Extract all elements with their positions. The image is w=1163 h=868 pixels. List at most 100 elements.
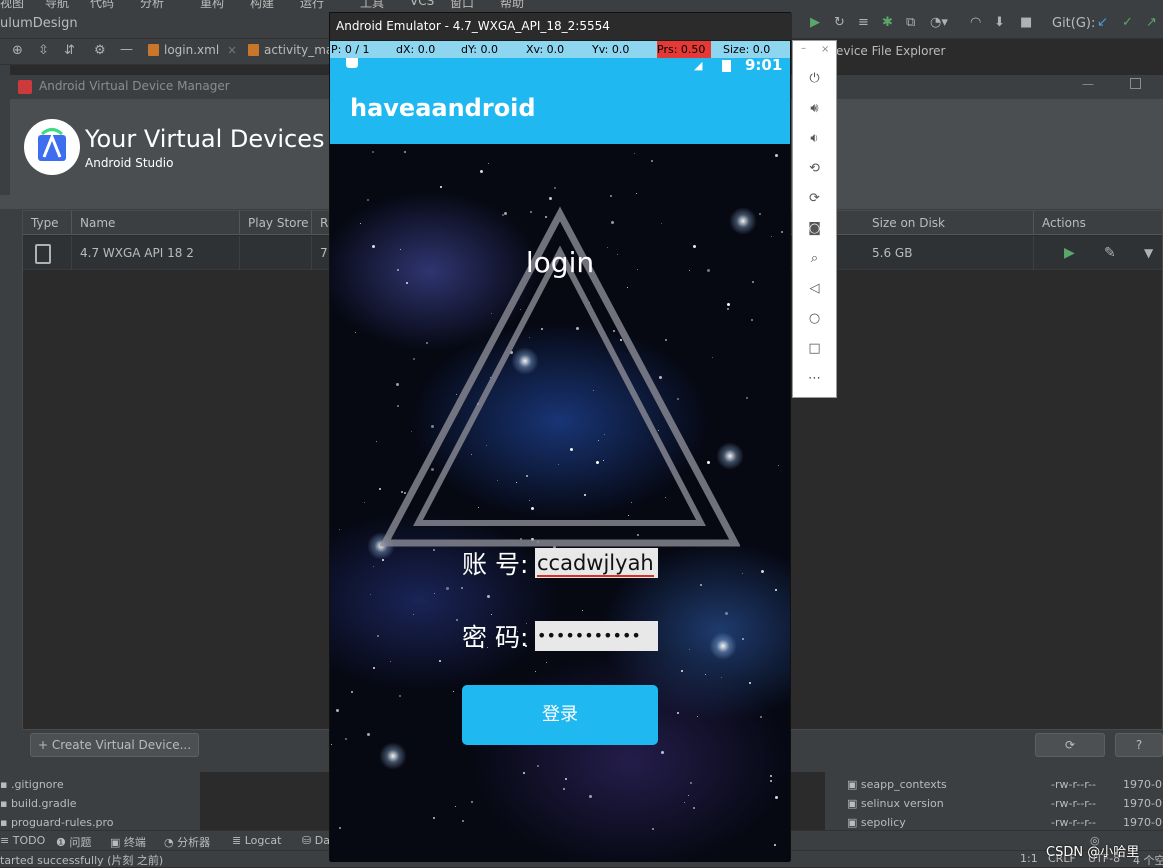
tab-login-xml[interactable]: login.xml × <box>148 43 237 61</box>
launch-play-icon[interactable]: ▶ <box>1064 236 1075 270</box>
sync-icon[interactable]: ◠ <box>970 15 981 30</box>
tree-item[interactable]: ▪ .gitignore <box>0 778 64 791</box>
close-icon[interactable]: × <box>821 44 829 55</box>
star <box>462 820 464 822</box>
star <box>471 801 473 803</box>
menu-item[interactable]: 工具 <box>360 0 384 9</box>
minimize-icon[interactable]: — <box>120 42 133 57</box>
camera-icon[interactable]: ◙ <box>793 221 836 236</box>
tree-item[interactable]: ▪ build.gradle <box>0 797 77 810</box>
close-icon[interactable]: × <box>227 43 237 57</box>
file-icon: ▪ <box>0 816 11 829</box>
run-icon[interactable]: ▶ <box>810 15 820 30</box>
create-virtual-device-button[interactable]: + Create Virtual Device... <box>30 733 199 757</box>
zoom-icon[interactable]: ⌕ <box>793 251 836 266</box>
column-type[interactable]: Type <box>23 211 72 235</box>
menu-item[interactable]: 窗口 <box>450 0 474 9</box>
menu-item[interactable]: 代码 <box>90 0 114 9</box>
rerun-icon[interactable]: ↻ <box>834 15 845 30</box>
star <box>661 751 664 754</box>
apply-changes-icon[interactable]: ≡ <box>858 15 869 30</box>
tool-window-terminal[interactable]: ▣ 终端 <box>110 834 146 850</box>
menu-item[interactable]: 分析 <box>140 0 164 9</box>
refresh-button[interactable]: ⟳ <box>1035 733 1105 757</box>
tool-window-logcat[interactable]: ≣ Logcat <box>232 834 281 847</box>
back-icon[interactable]: ◁ <box>793 281 836 296</box>
account-label: 账 号: <box>462 550 529 579</box>
menu-item[interactable]: 运行 <box>300 0 324 9</box>
expand-all-icon[interactable]: ⇳ <box>38 43 49 58</box>
overview-icon[interactable]: □ <box>793 341 836 356</box>
caret-position[interactable]: 1:1 <box>1020 852 1038 865</box>
git-update-icon[interactable]: ↙ <box>1097 15 1108 30</box>
create-button-label: Create Virtual Device... <box>51 738 192 752</box>
profile-icon[interactable]: ◔▾ <box>930 15 948 30</box>
password-label: 密 码: <box>462 623 529 652</box>
target-icon[interactable]: ⊕ <box>12 43 23 58</box>
password-input[interactable]: ••••••••••• <box>535 621 658 651</box>
star <box>759 213 761 215</box>
tool-window-label: Da <box>314 834 330 847</box>
star <box>751 319 753 321</box>
star-flare <box>378 741 408 771</box>
account-input[interactable]: ccadwjlyah <box>535 548 658 578</box>
file-row[interactable]: ▣ seapp_contexts <box>847 778 947 791</box>
git-commit-icon[interactable]: ✓ <box>1122 15 1133 30</box>
emulator-screen[interactable]: P: 0 / 1 dX: 0.0 dY: 0.0 Xv: 0.0 Yv: 0.0… <box>330 41 790 862</box>
volume-down-icon[interactable]: 🔉︎ <box>793 131 836 146</box>
column-actions[interactable]: Actions <box>1034 211 1162 235</box>
edit-pencil-icon[interactable]: ✎ <box>1104 236 1116 270</box>
rotate-left-icon[interactable]: ⟲ <box>793 161 836 176</box>
status-message: tarted successfully (片刻 之前) <box>0 854 164 867</box>
star <box>563 788 565 790</box>
menu-item[interactable]: 导航 <box>45 0 69 9</box>
star <box>746 397 748 399</box>
sdk-manager-icon[interactable]: ⬇ <box>994 15 1005 30</box>
help-button[interactable]: ? <box>1115 733 1163 757</box>
maximize-icon[interactable] <box>1130 78 1141 89</box>
minimize-icon[interactable]: — <box>1082 77 1094 91</box>
menu-item[interactable]: 帮助 <box>500 0 524 9</box>
tree-item[interactable]: ▪ proguard-rules.pro <box>0 816 113 829</box>
column-name[interactable]: Name <box>72 211 240 235</box>
menu-item[interactable]: 构建 <box>250 0 274 9</box>
collapse-all-icon[interactable]: ⇵ <box>64 43 75 58</box>
more-actions-chevron-icon[interactable]: ▼ <box>1144 236 1153 270</box>
minimize-icon[interactable]: – <box>801 43 806 54</box>
volume-up-icon[interactable]: 🔊︎ <box>793 101 836 116</box>
debug-icon[interactable]: ✱ <box>882 15 893 30</box>
tool-window-problems[interactable]: ❶ 问题 <box>56 834 91 850</box>
column-size-on-disk[interactable]: Size on Disk <box>864 211 1034 235</box>
emulator-side-toolbar: – × ⏻ 🔊︎ 🔉︎ ⟲ ⟳ ◙ ⌕ ◁ ○ □ ⋯ <box>792 40 837 398</box>
star <box>487 595 490 598</box>
attach-debugger-icon[interactable]: ⧉ <box>906 15 915 30</box>
menu-item[interactable]: VCS <box>410 0 434 8</box>
star <box>370 594 371 595</box>
tool-window-profiler[interactable]: ◔ 分析器 <box>164 834 210 850</box>
login-button[interactable]: 登录 <box>462 685 658 745</box>
rotate-right-icon[interactable]: ⟳ <box>793 191 836 206</box>
more-icon[interactable]: ⋯ <box>793 371 836 386</box>
star <box>700 584 702 586</box>
tab-activity-main[interactable]: activity_ma <box>248 43 333 61</box>
menu-item[interactable]: 视图 <box>0 0 24 9</box>
stop-icon[interactable]: ■ <box>1020 15 1032 30</box>
tool-window-todo[interactable]: ≡ TODO <box>0 834 45 847</box>
menu-item[interactable]: 重构 <box>200 0 224 9</box>
git-push-icon[interactable]: ↗ <box>1146 15 1157 30</box>
power-icon[interactable]: ⏻ <box>793 71 836 86</box>
star <box>636 193 637 194</box>
home-icon[interactable]: ○ <box>793 311 836 326</box>
file-row[interactable]: ▣ sepolicy <box>847 816 906 829</box>
profiler-icon: ◔ <box>164 836 178 849</box>
file-row[interactable]: ▣ selinux version <box>847 797 944 810</box>
tool-window-database[interactable]: ⛁ Da <box>302 834 330 847</box>
star <box>404 151 406 153</box>
avd-window-title: Android Virtual Device Manager <box>39 79 230 93</box>
android-studio-logo-icon <box>38 128 66 161</box>
gear-icon[interactable]: ⚙ <box>94 43 106 58</box>
star <box>774 844 776 846</box>
star <box>742 573 743 574</box>
column-play-store[interactable]: Play Store <box>240 211 312 235</box>
star <box>455 806 456 807</box>
